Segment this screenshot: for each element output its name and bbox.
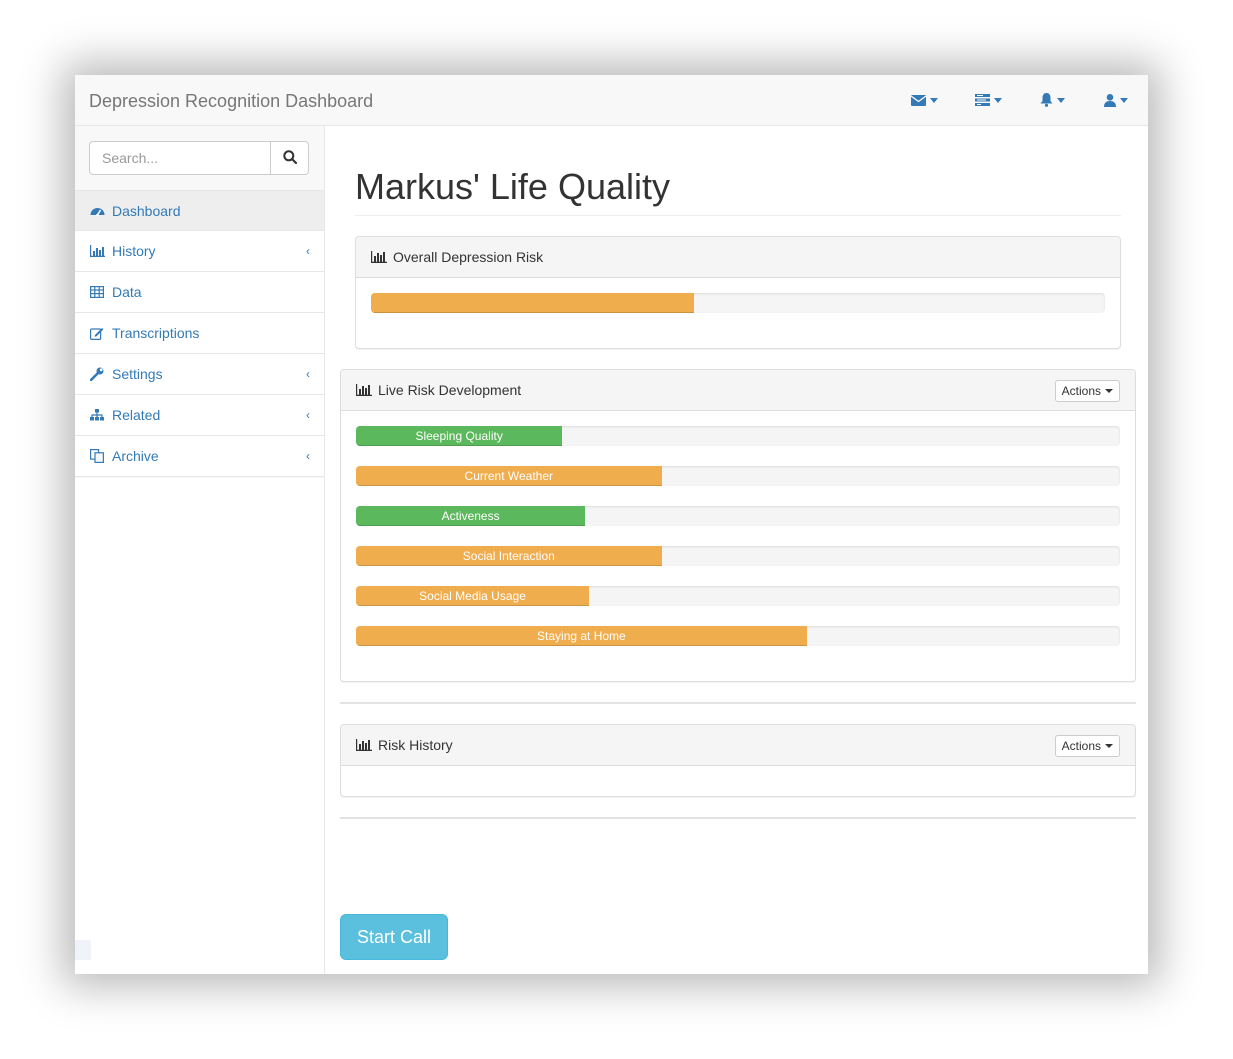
top-navbar: Depression Recognition Dashboard [75,75,1148,126]
chevron-left-icon: ‹ [306,449,310,463]
navbar-dropdowns [892,75,1148,125]
wrench-icon [90,367,106,381]
sidebar-item-label: Archive [112,448,159,464]
actions-label: Actions [1061,384,1101,398]
chevron-left-icon: ‹ [306,408,310,422]
risk-bar-social-interaction: Social Interaction [356,546,662,566]
overall-risk-progress [371,293,1105,313]
panel-title: Overall Depression Risk [393,249,544,265]
messages-dropdown[interactable] [892,75,956,125]
sidebar: Dashboard History ‹ Data Transcriptions [75,126,325,974]
risk-bar-staying-at-home: Staying at Home [356,626,807,646]
bar-chart-icon [356,739,372,751]
chevron-down-icon [1105,389,1113,393]
bar-chart-icon [356,384,372,396]
chevron-down-icon [929,97,938,103]
risk-bar-activeness: Activeness [356,506,586,526]
main-content: Markus' Life Quality Overall Depression … [325,126,1148,974]
app-window: Depression Recognition Dashboard Search.… [75,75,1148,974]
search-input[interactable] [89,141,271,175]
user-dropdown[interactable] [1084,75,1148,125]
sidebar-item-label: Settings [112,366,163,382]
sidebar-item-label: Related [112,407,161,423]
risk-bar-current-weather: Current Weather [356,466,662,486]
chevron-left-icon: ‹ [306,244,310,258]
panel-heading: Overall Depression Risk [356,237,1120,278]
bell-icon [1040,93,1053,107]
tasks-dropdown[interactable] [956,75,1020,125]
bar-chart-icon [90,244,106,258]
user-icon [1104,93,1116,107]
chevron-left-icon: ‹ [306,367,310,381]
risk-bar-social-media-usage: Social Media Usage [356,586,590,606]
sidebar-item-label: Dashboard [112,202,181,219]
chevron-down-icon [1056,97,1065,103]
app-brand[interactable]: Depression Recognition Dashboard [89,91,373,112]
panel-heading: Live Risk Development Actions [341,370,1135,411]
overall-risk-panel: Overall Depression Risk [355,236,1121,349]
sidebar-search [89,141,309,175]
sidebar-item-label: Transcriptions [112,325,200,341]
alerts-dropdown[interactable] [1020,75,1084,125]
risk-progress-sleeping-quality: Sleeping Quality [356,426,1120,446]
risk-progress-social-media-usage: Social Media Usage [356,586,1120,606]
files-icon [90,449,106,463]
actions-dropdown-button[interactable]: Actions [1054,735,1120,757]
sitemap-icon [90,408,106,422]
page-title: Markus' Life Quality [355,166,670,207]
start-call-button[interactable]: Start Call [340,914,448,960]
sidebar-menu: Dashboard History ‹ Data Transcriptions [75,190,324,477]
panel-title: Live Risk Development [378,382,522,398]
sidebar-item-label: Data [112,284,142,300]
sidebar-item-transcriptions[interactable]: Transcriptions [75,313,324,354]
table-icon [90,285,106,299]
panel-title: Risk History [378,737,453,753]
dashboard-icon [90,204,106,218]
panel-heading: Risk History Actions [341,725,1135,766]
envelope-icon [910,94,926,106]
tasks-icon [974,94,990,106]
section-divider [340,702,1136,704]
risk-progress-staying-at-home: Staying at Home [356,626,1120,646]
chevron-down-icon [993,97,1002,103]
search-icon [282,149,297,167]
sidebar-item-dashboard[interactable]: Dashboard [75,190,324,231]
sidebar-item-history[interactable]: History ‹ [75,231,324,272]
actions-dropdown-button[interactable]: Actions [1054,380,1120,402]
corner-handle [75,940,91,960]
section-divider [340,817,1136,819]
actions-label: Actions [1061,739,1101,753]
chevron-down-icon [1105,744,1113,748]
live-risk-panel: Live Risk Development Actions Sleeping Q… [340,369,1136,682]
bar-chart-icon [371,251,387,263]
risk-bar-sleeping-quality: Sleeping Quality [356,426,563,446]
overall-risk-bar [371,293,694,313]
sidebar-item-settings[interactable]: Settings ‹ [75,354,324,395]
sidebar-item-label: History [112,243,156,259]
risk-progress-current-weather: Current Weather [356,466,1120,486]
risk-progress-activeness: Activeness [356,506,1120,526]
search-button[interactable] [271,141,309,175]
sidebar-item-archive[interactable]: Archive ‹ [75,436,324,477]
sidebar-filler [75,478,324,974]
title-divider [355,215,1121,216]
sidebar-item-data[interactable]: Data [75,272,324,313]
chevron-down-icon [1120,97,1128,103]
risk-progress-social-interaction: Social Interaction [356,546,1120,566]
edit-icon [90,326,106,340]
risk-history-panel: Risk History Actions [340,724,1136,797]
sidebar-item-related[interactable]: Related ‹ [75,395,324,436]
